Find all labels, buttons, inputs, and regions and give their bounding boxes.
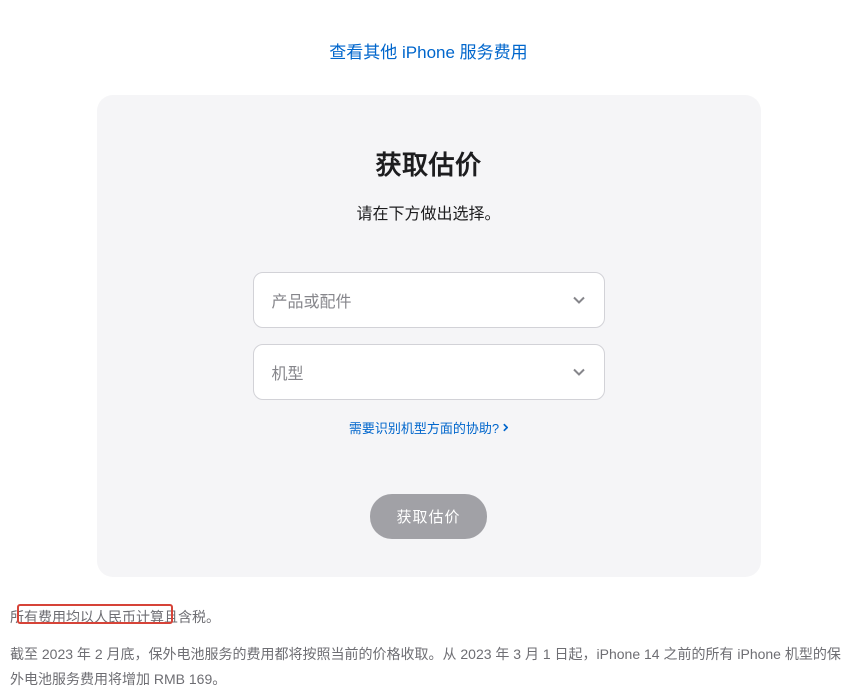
note-line-2: 截至 2023 年 2 月底，保外电池服务的费用都将按照当前的价格收取。从 20… [10,642,847,692]
chevron-down-icon [572,293,586,307]
other-services-link[interactable]: 查看其他 iPhone 服务费用 [329,43,527,62]
get-estimate-button[interactable]: 获取估价 [370,494,486,539]
product-select[interactable]: 产品或配件 [253,272,605,328]
identify-model-help-link[interactable]: 需要识别机型方面的协助? [349,418,508,437]
help-link-label: 需要识别机型方面的协助? [349,418,499,437]
model-select[interactable]: 机型 [253,344,605,400]
card-subtitle: 请在下方做出选择。 [137,200,721,224]
estimate-card: 获取估价 请在下方做出选择。 产品或配件 机型 需要识别机型方面的协助? 获取估… [97,95,761,577]
chevron-down-icon [572,365,586,379]
card-title: 获取估价 [137,145,721,182]
note-line-1: 所有费用均以人民币计算且含税。 [10,605,847,630]
model-select-label: 机型 [272,360,304,384]
product-select-label: 产品或配件 [272,288,352,312]
chevron-right-icon [503,423,508,432]
notes-section: 所有费用均以人民币计算且含税。 截至 2023 年 2 月底，保外电池服务的费用… [0,605,857,693]
